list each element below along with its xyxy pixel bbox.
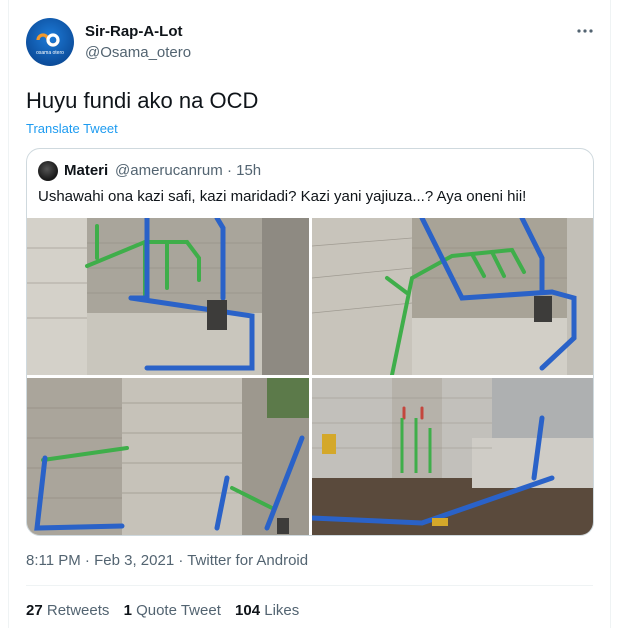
likes-count: 104 [235,602,261,619]
quoted-media-grid [27,218,593,535]
retweets-stat[interactable]: 27 Retweets [26,602,109,619]
translate-tweet-link[interactable]: Translate Tweet [26,121,118,136]
divider [26,585,593,586]
author-handle[interactable]: @Osama_otero [85,44,191,61]
retweets-count: 27 [26,602,43,619]
media-photo-3[interactable] [27,378,309,535]
likes-stat[interactable]: 104 Likes [235,602,299,619]
avatar-text: osama otero [36,50,64,56]
tweet-stats: 27 Retweets 1 Quote Tweet 104 Likes [26,602,309,619]
tweet-date[interactable]: Feb 3, 2021 [94,552,174,569]
avatar-logo-icon: osama otero [36,33,64,56]
meta-separator: · [80,552,95,569]
media-photo-2[interactable] [312,218,593,375]
quote-tweets-count: 1 [123,602,132,619]
tweet-text: Huyu fundi ako na OCD [26,88,259,113]
meta-separator: · [174,552,188,569]
media-photo-4[interactable] [312,378,593,535]
tweet-source[interactable]: Twitter for Android [187,552,308,569]
tweet-meta: 8:11 PM · Feb 3, 2021 · Twitter for Andr… [26,552,308,569]
quoted-author-handle-and-time: @amerucanrum · 15h [115,162,261,179]
more-options-icon[interactable] [575,24,595,38]
media-photo-1[interactable] [27,218,309,375]
quoted-tweet[interactable]: Materi @amerucanrum · 15h Ushawahi ona k… [26,148,594,536]
quoted-text: Ushawahi ona kazi safi, kazi maridadi? K… [38,188,527,205]
tweet-time[interactable]: 8:11 PM [26,552,81,569]
quoted-author-handle: @amerucanrum [115,162,223,179]
quoted-author-name[interactable]: Materi [64,162,108,179]
author-name[interactable]: Sir-Rap-A-Lot [85,23,183,40]
quote-tweets-stat[interactable]: 1 Quote Tweet [124,602,221,619]
quoted-time: · 15h [226,162,262,179]
quote-tweets-label: Quote Tweet [136,602,221,619]
retweets-label: Retweets [46,602,110,619]
author-avatar[interactable]: osama otero [26,18,74,66]
likes-label: Likes [264,602,300,619]
quoted-author-avatar[interactable] [38,161,58,181]
